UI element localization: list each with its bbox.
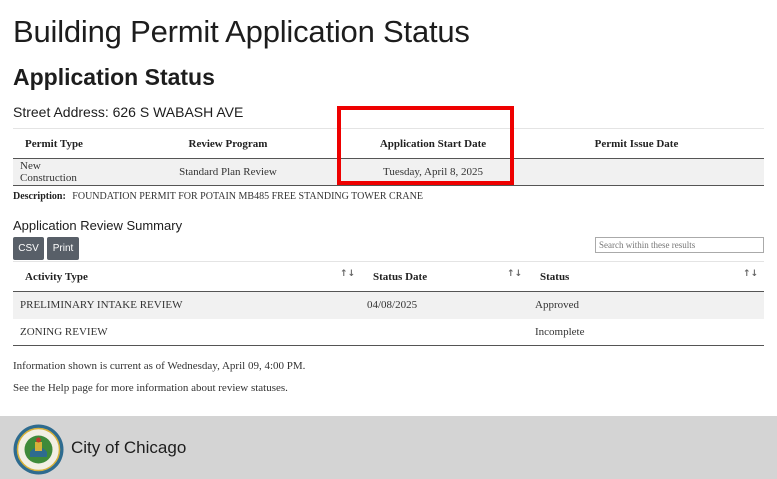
- permit-row: New Construction Standard Plan Review Tu…: [13, 158, 764, 186]
- sort-icon[interactable]: ↑↓: [743, 269, 758, 279]
- city-seal-icon[interactable]: [13, 424, 64, 475]
- info-help-text: See the Help page for more information a…: [13, 382, 288, 394]
- status-date-cell: [361, 318, 528, 346]
- description: Description: FOUNDATION PERMIT FOR POTAI…: [13, 191, 423, 202]
- review-summary-title: Application Review Summary: [13, 218, 183, 233]
- activity-type-label: Activity Type: [25, 270, 88, 283]
- status-header[interactable]: Status ↑↓: [528, 261, 764, 292]
- application-start-date-header: Application Start Date: [357, 128, 509, 159]
- search-input[interactable]: [595, 237, 764, 253]
- status-date-header[interactable]: Status Date ↑↓: [361, 261, 528, 292]
- section-title: Application Status: [13, 64, 215, 90]
- street-address: Street Address: 626 S WABASH AVE: [13, 104, 244, 120]
- activity-type-cell: ZONING REVIEW: [13, 318, 361, 346]
- status-cell: Approved: [528, 291, 764, 319]
- table-row: PRELIMINARY INTAKE REVIEW 04/08/2025 App…: [13, 291, 764, 319]
- status-date-cell: 04/08/2025: [361, 291, 528, 319]
- application-start-date-cell: Tuesday, April 8, 2025: [357, 158, 509, 186]
- footer-city-label[interactable]: City of Chicago: [71, 438, 186, 458]
- status-label: Status: [540, 270, 570, 283]
- sort-icon[interactable]: ↑↓: [340, 269, 355, 279]
- permit-type-cell: New Construction: [13, 158, 99, 186]
- permit-issue-date-cell: [509, 158, 764, 186]
- status-date-label: Status Date: [373, 270, 428, 283]
- status-cell: Incomplete: [528, 318, 764, 346]
- sort-icon[interactable]: ↑↓: [507, 269, 522, 279]
- permit-issue-date-header: Permit Issue Date: [509, 128, 764, 159]
- review-program-cell: Standard Plan Review: [99, 158, 357, 186]
- review-table-header: Activity Type ↑↓ Status Date ↑↓ Status ↑…: [13, 261, 764, 292]
- csv-button[interactable]: CSV: [13, 237, 44, 260]
- info-current-as-of: Information shown is current as of Wedne…: [13, 360, 306, 372]
- description-label: Description:: [13, 191, 66, 202]
- page-title: Building Permit Application Status: [13, 14, 470, 49]
- print-button[interactable]: Print: [47, 237, 79, 260]
- review-table: Activity Type ↑↓ Status Date ↑↓ Status ↑…: [13, 261, 764, 346]
- permit-table-header: Permit Type Review Program Application S…: [13, 128, 764, 159]
- activity-type-header[interactable]: Activity Type ↑↓: [13, 261, 361, 292]
- table-row: ZONING REVIEW Incomplete: [13, 318, 764, 346]
- permit-table: Permit Type Review Program Application S…: [13, 128, 764, 186]
- description-text: FOUNDATION PERMIT FOR POTAIN MB485 FREE …: [72, 191, 423, 202]
- activity-type-cell: PRELIMINARY INTAKE REVIEW: [13, 291, 361, 319]
- review-program-header: Review Program: [99, 128, 357, 159]
- permit-type-header: Permit Type: [13, 128, 99, 159]
